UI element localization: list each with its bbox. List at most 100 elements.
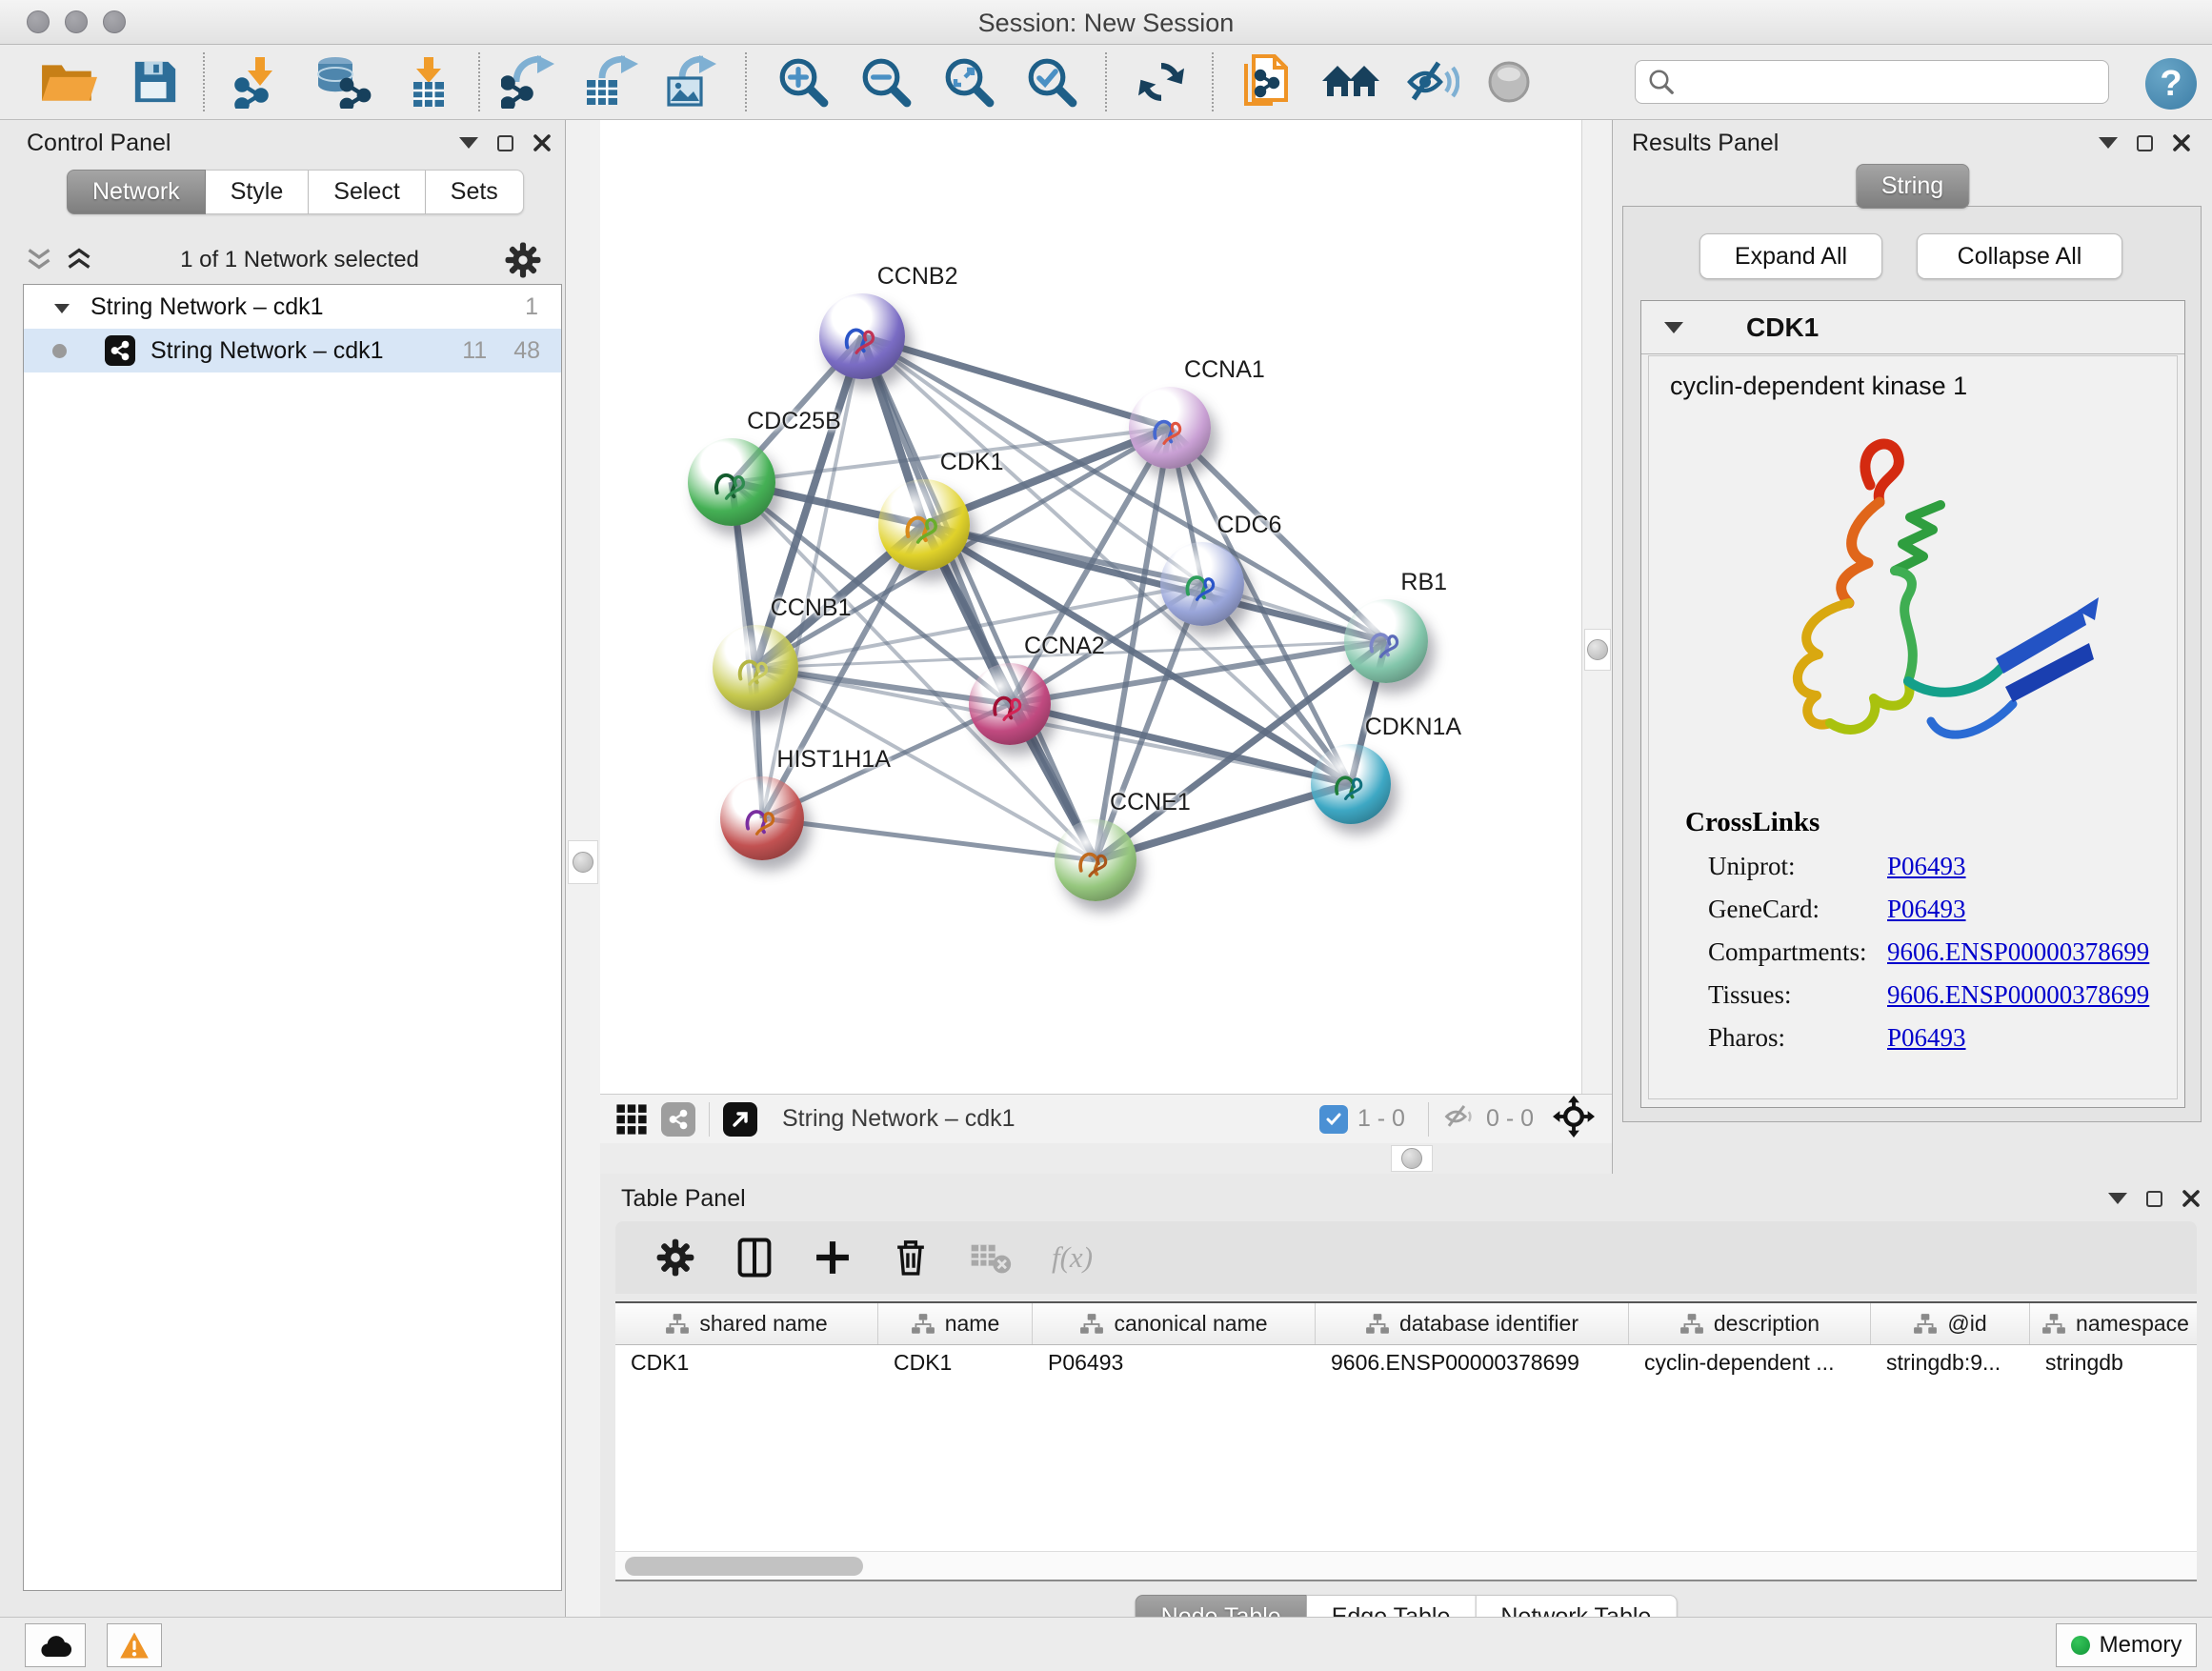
export-image-icon[interactable] bbox=[665, 55, 716, 109]
add-column-icon[interactable] bbox=[814, 1238, 852, 1277]
grid-view-icon[interactable] bbox=[615, 1103, 648, 1136]
show-columns-icon[interactable] bbox=[735, 1237, 774, 1278]
tab-select[interactable]: Select bbox=[309, 170, 425, 214]
network-canvas[interactable]: CCNB2CCNA1CDC25BCDK1CDC6RB1CCNB1CCNA2CDK… bbox=[600, 120, 1581, 1094]
network-row[interactable]: String Network – cdk1 11 48 bbox=[24, 329, 561, 372]
splitter-handle[interactable] bbox=[1401, 1148, 1422, 1169]
birdseye-view-icon[interactable] bbox=[723, 1102, 757, 1137]
collection-count: 1 bbox=[525, 293, 538, 321]
splitter-handle[interactable] bbox=[573, 852, 593, 873]
tab-string[interactable]: String bbox=[1856, 164, 1969, 209]
collapse-all-tree-icon[interactable] bbox=[23, 246, 55, 274]
left-splitter[interactable] bbox=[566, 120, 600, 1617]
table-cell[interactable]: P06493 bbox=[1033, 1350, 1316, 1376]
zoom-fit-icon[interactable] bbox=[943, 56, 995, 108]
share-document-icon[interactable] bbox=[1240, 54, 1294, 110]
gene-section-header[interactable]: CDK1 bbox=[1641, 301, 2184, 354]
hide-graphics-details-icon[interactable] bbox=[1406, 57, 1459, 107]
show-graphics-details-icon[interactable] bbox=[1486, 59, 1532, 105]
section-collapse-icon[interactable] bbox=[1664, 322, 1683, 343]
node-CDK1[interactable] bbox=[878, 479, 970, 571]
export-table-icon[interactable] bbox=[583, 55, 638, 109]
network-collection-label: String Network – cdk1 bbox=[90, 293, 324, 321]
scrollbar-thumb[interactable] bbox=[625, 1557, 863, 1576]
open-session-icon[interactable] bbox=[40, 57, 97, 107]
zoom-in-icon[interactable] bbox=[777, 56, 829, 108]
table-cell[interactable]: CDK1 bbox=[878, 1350, 1033, 1376]
table-header-row: shared namenamecanonical namedatabase id… bbox=[615, 1303, 2197, 1345]
node-CDC6[interactable] bbox=[1160, 542, 1244, 626]
column-header-shared-name[interactable]: shared name bbox=[615, 1303, 878, 1344]
delete-column-icon[interactable] bbox=[892, 1237, 930, 1278]
import-table-icon[interactable] bbox=[404, 55, 453, 109]
table-cell[interactable]: cyclin-dependent ... bbox=[1629, 1350, 1871, 1376]
table-cell[interactable]: 9606.ENSP00000378699 bbox=[1316, 1350, 1629, 1376]
node-CDC25B[interactable] bbox=[688, 438, 775, 526]
column-header-canonical-name[interactable]: canonical name bbox=[1033, 1303, 1316, 1344]
panel-menu-icon[interactable] bbox=[2108, 1193, 2127, 1214]
table-cell[interactable]: CDK1 bbox=[615, 1350, 878, 1376]
panel-float-icon[interactable] bbox=[497, 135, 513, 151]
crosslinks-section: CrossLinks Uniprot:P06493GeneCard:P06493… bbox=[1649, 807, 2177, 1053]
save-session-icon[interactable] bbox=[131, 58, 179, 106]
node-RB1[interactable] bbox=[1344, 599, 1428, 683]
table-cell[interactable]: stringdb:9... bbox=[1871, 1350, 2030, 1376]
horizontal-splitter[interactable] bbox=[600, 1143, 1612, 1174]
import-network-from-database-icon[interactable] bbox=[312, 55, 372, 109]
panel-menu-icon[interactable] bbox=[459, 137, 478, 158]
table-horizontal-scrollbar[interactable] bbox=[615, 1551, 2197, 1581]
homes-icon[interactable] bbox=[1320, 58, 1381, 106]
collapse-all-button[interactable]: Collapse All bbox=[1917, 233, 2122, 279]
tab-style[interactable]: Style bbox=[206, 170, 310, 214]
panel-close-icon[interactable] bbox=[533, 133, 552, 152]
tab-sets[interactable]: Sets bbox=[426, 170, 524, 214]
edge-count: 48 bbox=[513, 337, 540, 365]
node-CCNA1[interactable] bbox=[1129, 387, 1211, 469]
export-network-icon[interactable] bbox=[501, 55, 556, 109]
zoom-selected-icon[interactable] bbox=[1026, 56, 1077, 108]
cloud-button[interactable] bbox=[25, 1623, 86, 1667]
right-splitter[interactable] bbox=[1581, 120, 1612, 1143]
refresh-icon[interactable] bbox=[1136, 56, 1187, 108]
warnings-button[interactable] bbox=[107, 1623, 162, 1667]
panel-close-icon[interactable] bbox=[2182, 1189, 2201, 1208]
column-header-name[interactable]: name bbox=[878, 1303, 1033, 1344]
node-CCNA2[interactable] bbox=[969, 663, 1051, 745]
search-input[interactable] bbox=[1685, 69, 2095, 95]
column-header-namespace[interactable]: namespace bbox=[2030, 1303, 2197, 1344]
column-header-database-identifier[interactable]: database identifier bbox=[1316, 1303, 1629, 1344]
crosslink-link[interactable]: P06493 bbox=[1887, 852, 1966, 881]
panel-menu-icon[interactable] bbox=[2099, 137, 2118, 158]
zoom-out-icon[interactable] bbox=[860, 56, 912, 108]
column-header-description[interactable]: description bbox=[1629, 1303, 1871, 1344]
crosslink-link[interactable]: 9606.ENSP00000378699 bbox=[1887, 980, 2149, 1010]
expand-all-button[interactable]: Expand All bbox=[1699, 233, 1882, 279]
node-HIST1H1A[interactable] bbox=[720, 776, 804, 860]
panel-close-icon[interactable] bbox=[2172, 133, 2191, 152]
column-header-@id[interactable]: @id bbox=[1871, 1303, 2030, 1344]
table-options-gear-icon[interactable] bbox=[655, 1238, 695, 1278]
network-view-share-icon[interactable] bbox=[661, 1102, 695, 1137]
node-CCNB1[interactable] bbox=[713, 625, 798, 711]
crosslink-link[interactable]: P06493 bbox=[1887, 895, 1966, 924]
panel-float-icon[interactable] bbox=[2137, 135, 2153, 151]
fit-content-crosshair-icon[interactable] bbox=[1553, 1096, 1595, 1142]
import-network-icon[interactable] bbox=[232, 55, 286, 109]
node-CCNE1[interactable] bbox=[1055, 819, 1136, 901]
node-CCNB2[interactable] bbox=[819, 293, 905, 379]
help-button[interactable]: ? bbox=[2145, 58, 2197, 110]
tree-expand-icon[interactable] bbox=[54, 304, 70, 321]
crosslink-link[interactable]: 9606.ENSP00000378699 bbox=[1887, 937, 2149, 967]
selected-checkbox-icon[interactable] bbox=[1319, 1105, 1348, 1134]
network-collection-row[interactable]: String Network – cdk1 1 bbox=[24, 285, 561, 329]
memory-button[interactable]: Memory bbox=[2056, 1623, 2197, 1667]
splitter-handle[interactable] bbox=[1587, 639, 1608, 660]
table-cell[interactable]: stringdb bbox=[2030, 1350, 2197, 1376]
expand-all-tree-icon[interactable] bbox=[63, 246, 95, 274]
network-options-gear-icon[interactable] bbox=[504, 241, 542, 279]
crosslink-link[interactable]: P06493 bbox=[1887, 1023, 1966, 1053]
table-row[interactable]: CDK1CDK1P064939606.ENSP00000378699cyclin… bbox=[615, 1345, 2197, 1379]
tab-network[interactable]: Network bbox=[67, 170, 206, 214]
panel-float-icon[interactable] bbox=[2146, 1191, 2162, 1207]
node-CDKN1A[interactable] bbox=[1311, 744, 1391, 824]
